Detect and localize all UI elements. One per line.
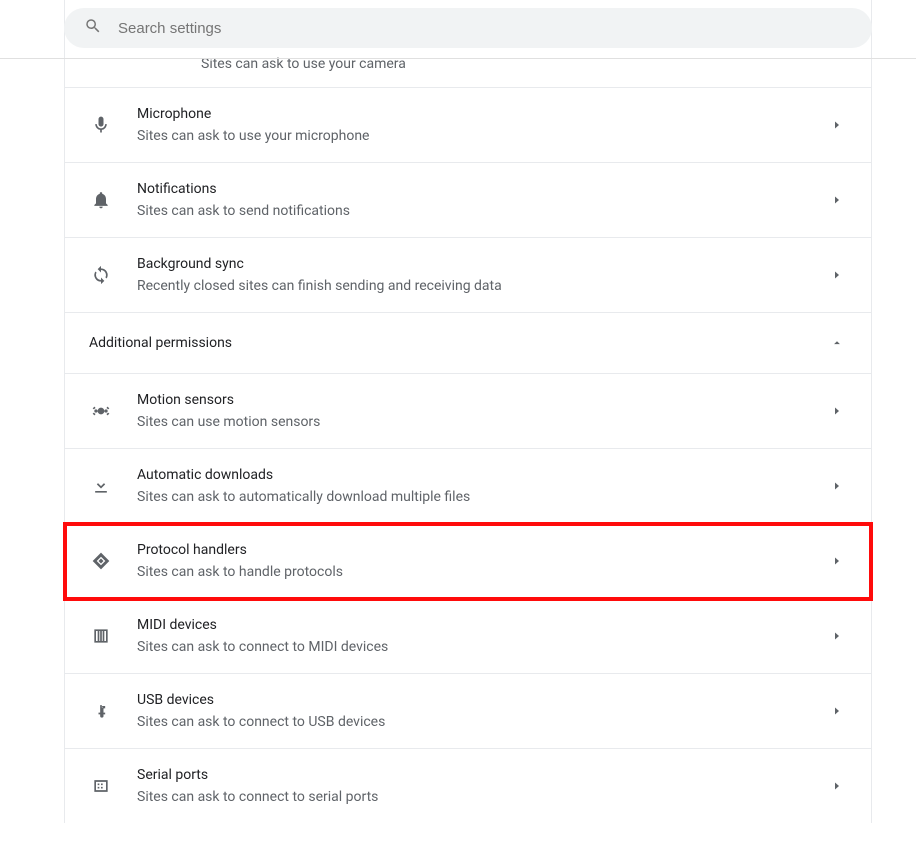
microphone-desc: Sites can ask to use your microphone [137,126,825,146]
chevron-right-icon [825,699,849,723]
chevron-right-icon [825,474,849,498]
search-bar[interactable] [64,8,872,48]
usb-desc: Sites can ask to connect to USB devices [137,712,825,732]
sync-icon [89,263,113,287]
additional-permissions-header[interactable]: Additional permissions [65,313,871,374]
automatic-downloads-row[interactable]: Automatic downloads Sites can ask to aut… [65,449,871,524]
bell-icon [89,188,113,212]
settings-panel: Sites can ask to use your camera Microph… [64,0,872,823]
protocol-icon [89,549,113,573]
chevron-right-icon [825,624,849,648]
midi-title: MIDI devices [137,615,825,635]
microphone-row[interactable]: Microphone Sites can ask to use your mic… [65,88,871,163]
bg-sync-desc: Recently closed sites can finish sending… [137,276,825,296]
usb-title: USB devices [137,690,825,710]
notifications-desc: Sites can ask to send notifications [137,201,825,221]
midi-devices-row[interactable]: MIDI devices Sites can ask to connect to… [65,599,871,674]
motion-title: Motion sensors [137,390,825,410]
protocol-desc: Sites can ask to handle protocols [137,562,825,582]
chevron-right-icon [825,263,849,287]
protocol-handlers-row[interactable]: Protocol handlers Sites can ask to handl… [65,524,871,599]
notifications-row[interactable]: Notifications Sites can ask to send noti… [65,163,871,238]
microphone-title: Microphone [137,104,825,124]
search-icon [84,17,102,39]
motion-icon [89,399,113,423]
notifications-title: Notifications [137,179,825,199]
usb-icon [89,699,113,723]
download-icon [89,474,113,498]
background-sync-row[interactable]: Background sync Recently closed sites ca… [65,238,871,313]
permissions-card: Sites can ask to use your camera Microph… [64,0,872,823]
serial-title: Serial ports [137,765,825,785]
motion-sensors-row[interactable]: Motion sensors Sites can use motion sens… [65,374,871,449]
motion-desc: Sites can use motion sensors [137,412,825,432]
search-input[interactable] [118,20,852,37]
chevron-right-icon [825,399,849,423]
chevron-right-icon [825,774,849,798]
chevron-right-icon [825,188,849,212]
chevron-up-icon [825,331,849,355]
downloads-desc: Sites can ask to automatically download … [137,487,825,507]
midi-desc: Sites can ask to connect to MIDI devices [137,637,825,657]
chevron-right-icon [825,549,849,573]
serial-desc: Sites can ask to connect to serial ports [137,787,825,807]
protocol-title: Protocol handlers [137,540,825,560]
serial-ports-row[interactable]: Serial ports Sites can ask to connect to… [65,749,871,823]
bg-sync-title: Background sync [137,254,825,274]
microphone-icon [89,113,113,137]
midi-icon [89,624,113,648]
chevron-right-icon [825,113,849,137]
downloads-title: Automatic downloads [137,465,825,485]
usb-devices-row[interactable]: USB devices Sites can ask to connect to … [65,674,871,749]
serial-icon [89,774,113,798]
header-divider [0,58,916,59]
section-title: Additional permissions [89,335,825,351]
